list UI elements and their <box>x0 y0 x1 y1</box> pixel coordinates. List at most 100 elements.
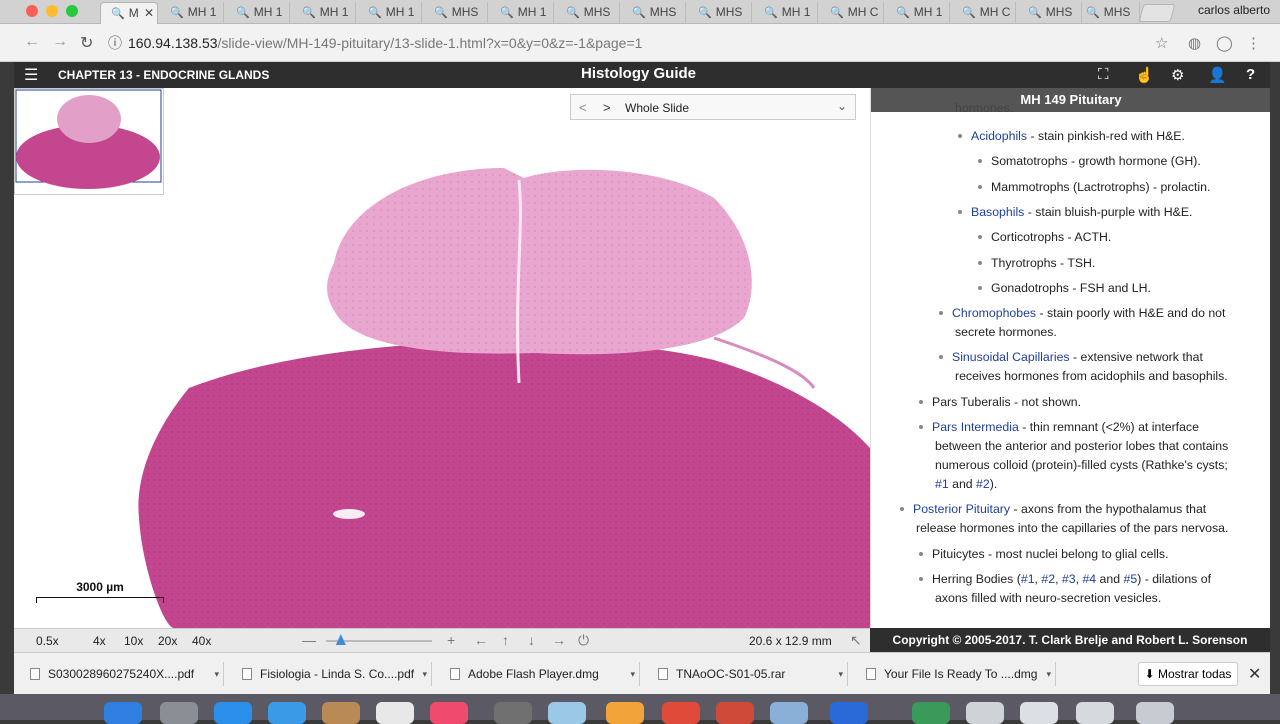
hamburger-menu-icon[interactable]: ☰ <box>24 65 38 85</box>
fullscreen-icon[interactable]: ⛶ <box>1098 66 1109 83</box>
browser-tab[interactable]: 🔍 MHS <box>424 2 488 24</box>
show-all-downloads-button[interactable]: ⬇ Mostrar todas <box>1138 662 1238 686</box>
new-tab-button[interactable] <box>1138 4 1176 22</box>
zoom-10x-button[interactable]: 10x <box>124 634 143 648</box>
browser-tab[interactable]: 🔍 MH 1 <box>226 2 290 24</box>
extension-circle-icon[interactable]: ◯ <box>1216 34 1233 52</box>
chevron-down-icon[interactable]: ▾ <box>838 662 843 686</box>
reset-view-icon[interactable]: ⏻ <box>578 632 589 649</box>
link-herring-5[interactable]: #5 <box>1124 572 1138 586</box>
pan-up-icon[interactable]: ↑ <box>502 632 509 648</box>
link-herring-4[interactable]: #4 <box>1082 572 1096 586</box>
zoom-0-5x-button[interactable]: 0.5x <box>36 634 59 648</box>
browser-menu-icon[interactable]: ⋮ <box>1246 34 1261 52</box>
back-icon[interactable]: ← <box>24 33 40 51</box>
tab-close-icon[interactable]: ✕ <box>144 6 154 20</box>
chapter-title[interactable]: CHAPTER 13 - ENDOCRINE GLANDS <box>58 68 269 82</box>
documents-icon[interactable] <box>966 702 1004 724</box>
link-herring-1[interactable]: #1 <box>1021 572 1035 586</box>
chevron-down-icon[interactable]: ▾ <box>422 662 427 686</box>
url-field[interactable]: ⓘ 160.94.138.53/slide-view/MH-149-pituita… <box>108 31 1180 55</box>
launchpad-icon[interactable] <box>160 702 198 724</box>
link-chromophobes[interactable]: Chromophobes <box>952 306 1036 320</box>
link-sinusoidal-capillaries[interactable]: Sinusoidal Capillaries <box>952 350 1070 364</box>
browser-tab[interactable]: 🔍 MHS <box>556 2 620 24</box>
link-cyst-1[interactable]: #1 <box>935 477 949 491</box>
previous-slide-icon[interactable]: < <box>579 100 587 115</box>
link-pars-intermedia[interactable]: Pars Intermedia <box>932 420 1019 434</box>
reload-icon[interactable]: ↻ <box>80 33 93 53</box>
zoom-4x-button[interactable]: 4x <box>93 634 106 648</box>
photos-icon[interactable] <box>606 702 644 724</box>
safari-icon[interactable] <box>268 702 306 724</box>
next-slide-icon[interactable]: > <box>603 100 611 115</box>
link-herring-2[interactable]: #2 <box>1041 572 1055 586</box>
chevron-down-icon[interactable]: ▾ <box>630 662 635 686</box>
trash-icon[interactable] <box>1136 702 1174 724</box>
download-item[interactable]: Your File Is Ready To ....dmg ▾ <box>852 662 1056 686</box>
forward-icon[interactable]: → <box>52 33 68 51</box>
browser-tab[interactable]: 🔍 MH 1 <box>754 2 818 24</box>
window-minimize-button[interactable] <box>46 5 58 17</box>
browser-tab[interactable]: 🔍 MH C <box>820 2 884 24</box>
music-icon[interactable] <box>430 702 468 724</box>
slide-selector[interactable]: < > Whole Slide ⌄ <box>570 94 856 120</box>
system-preferences-icon[interactable] <box>494 702 532 724</box>
download-item[interactable]: TNAoOC-S01-05.rar ▾ <box>644 662 848 686</box>
browser-tab[interactable]: 🔍 MH 1 <box>490 2 554 24</box>
zoom-out-icon[interactable]: — <box>302 632 316 648</box>
browser-tab[interactable]: 🔍 MHS <box>622 2 686 24</box>
browser-tab[interactable]: 🔍 MHS <box>1076 2 1140 24</box>
pointer-icon[interactable]: ☝ <box>1135 66 1154 84</box>
settings-icon[interactable]: ⚙ <box>1171 66 1184 84</box>
slide-thumbnail[interactable] <box>14 88 164 195</box>
browser-tab-active[interactable]: 🔍 M ✕ <box>100 2 158 24</box>
acrobat-icon[interactable] <box>716 702 754 724</box>
window-zoom-button[interactable] <box>66 5 78 17</box>
slide-viewer[interactable]: < > Whole Slide ⌄ 3000 µm <box>14 88 870 628</box>
downloads-stack-icon[interactable] <box>1076 702 1114 724</box>
link-herring-3[interactable]: #3 <box>1062 572 1076 586</box>
calendar-icon[interactable] <box>376 702 414 724</box>
download-item[interactable]: S030028960275240X....pdf ▾ <box>16 662 224 686</box>
extension-icon[interactable]: ◍ <box>1188 34 1201 52</box>
chevron-down-icon[interactable]: ⌄ <box>837 99 847 113</box>
app-icon[interactable] <box>830 702 868 724</box>
window-close-button[interactable] <box>26 5 38 17</box>
zoom-40x-button[interactable]: 40x <box>192 634 211 648</box>
profile-name[interactable]: carlos alberto <box>1198 3 1270 17</box>
finder-icon[interactable] <box>104 702 142 724</box>
zoom-in-icon[interactable]: + <box>447 632 455 648</box>
folder-icon[interactable] <box>770 702 808 724</box>
stack-icon[interactable] <box>1020 702 1058 724</box>
browser-tab[interactable]: 🔍 MHS <box>688 2 752 24</box>
info-icon[interactable]: ⓘ <box>108 35 122 51</box>
chrome-icon[interactable] <box>662 702 700 724</box>
chevron-down-icon[interactable]: ▾ <box>1046 662 1051 686</box>
download-item[interactable]: Adobe Flash Player.dmg ▾ <box>436 662 640 686</box>
link-acidophils[interactable]: Acidophils <box>971 129 1027 143</box>
browser-tab[interactable]: 🔍 MH C <box>952 2 1016 24</box>
pan-right-icon[interactable]: → <box>552 632 566 648</box>
browser-tab[interactable]: 🔍 MH 1 <box>886 2 950 24</box>
expand-icon[interactable]: ↖ <box>850 632 862 649</box>
pan-left-icon[interactable]: ← <box>474 632 488 648</box>
excel-icon[interactable] <box>912 702 950 724</box>
app-store-icon[interactable] <box>214 702 252 724</box>
bookmark-star-icon[interactable]: ☆ <box>1155 34 1168 52</box>
link-cyst-2[interactable]: #2 <box>976 477 990 491</box>
link-posterior-pituitary[interactable]: Posterior Pituitary <box>913 502 1010 516</box>
browser-tab[interactable]: 🔍 MH 1 <box>160 2 224 24</box>
site-brand[interactable]: Histology Guide <box>581 65 696 82</box>
contacts-icon[interactable] <box>322 702 360 724</box>
browser-tab[interactable]: 🔍 MHS <box>1018 2 1082 24</box>
chevron-down-icon[interactable]: ▾ <box>214 662 219 686</box>
browser-tab[interactable]: 🔍 MH 1 <box>292 2 356 24</box>
browser-tab[interactable]: 🔍 MH 1 <box>358 2 422 24</box>
close-download-shelf-icon[interactable]: ✕ <box>1248 664 1261 684</box>
link-basophils[interactable]: Basophils <box>971 205 1024 219</box>
download-item[interactable]: Fisiologia - Linda S. Co....pdf ▾ <box>228 662 432 686</box>
pan-down-icon[interactable]: ↓ <box>528 632 535 648</box>
zoom-20x-button[interactable]: 20x <box>158 634 177 648</box>
preview-icon[interactable] <box>548 702 586 724</box>
